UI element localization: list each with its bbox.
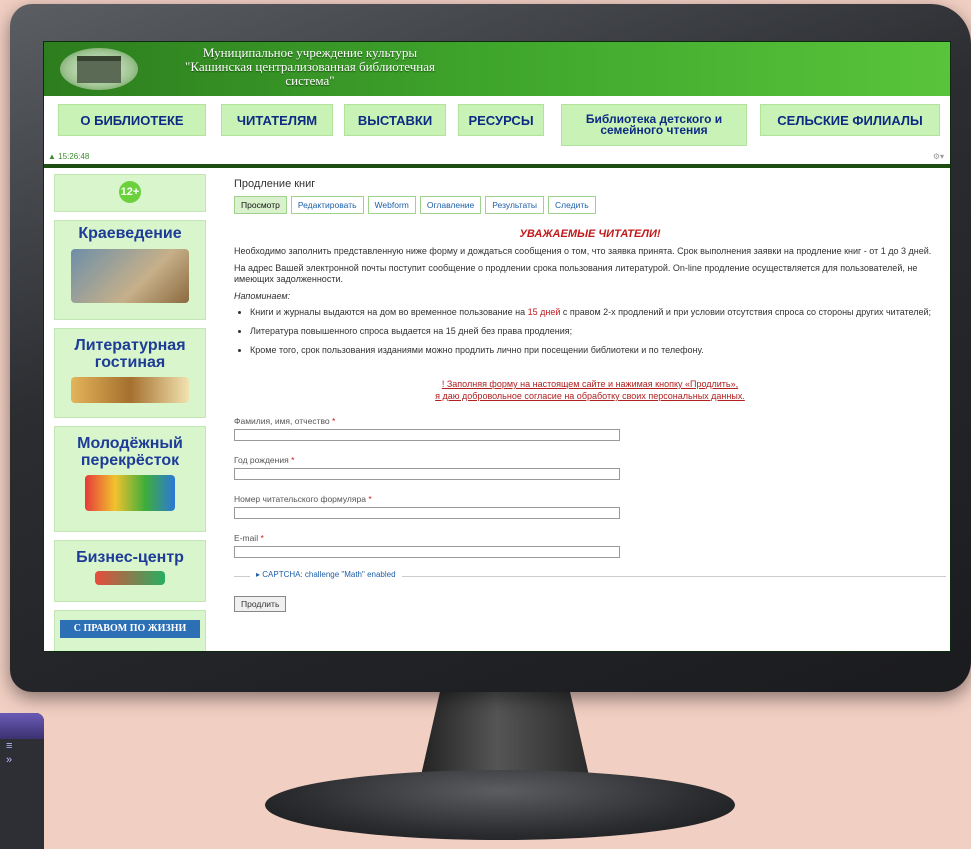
page-body: 12+ Краеведение Литературная гостиная Мо… — [44, 168, 950, 651]
email-field[interactable] — [234, 546, 620, 558]
tab-bar: Просмотр Редактировать Webform Оглавлени… — [234, 196, 946, 214]
nav-item-about[interactable]: О БИБЛИОТЕКЕ — [58, 104, 206, 136]
sidebar-item-youth-crossroads[interactable]: Молодёжный перекрёсток — [54, 426, 206, 532]
menu-icon[interactable]: ≡ — [6, 739, 44, 753]
required-mark: * — [291, 455, 295, 465]
label-text: Номер читательского формуляра — [234, 494, 366, 504]
reminder-label: Напоминаем: — [234, 291, 291, 301]
people-arrows-image — [85, 475, 175, 511]
sidebar: 12+ Краеведение Литературная гостиная Мо… — [54, 174, 206, 651]
org-line: "Кашинская централизованная библиотечная — [185, 59, 435, 74]
label-text: Год рождения — [234, 455, 289, 465]
captcha-toggle[interactable]: ▸ CAPTCHA: challenge "Math" enabled — [250, 570, 402, 579]
browser-screen: Муниципальное учреждение культуры "Кашин… — [43, 41, 951, 652]
monitor-stand-neck — [420, 690, 590, 780]
extend-button[interactable]: Продлить — [234, 596, 287, 612]
captcha-fieldset: ▸ CAPTCHA: challenge "Math" enabled — [234, 570, 946, 582]
book-city-image — [71, 249, 189, 303]
sidebar-item-business-center[interactable]: Бизнес-центр — [54, 540, 206, 602]
sidebar-item-label: Литературная гостиная — [74, 337, 186, 371]
list-item: Кроме того, срок пользования изданиями м… — [250, 345, 946, 356]
organization-name: Муниципальное учреждение культуры "Кашин… — [140, 46, 480, 88]
business-chart-image — [95, 571, 165, 585]
consent-line: ! Заполняя форму на настоящем сайте и на… — [441, 379, 739, 389]
field-label-birth-year: Год рождения * — [234, 455, 946, 465]
main-nav: О БИБЛИОТЕКЕ ЧИТАТЕЛЯМ ВЫСТАВКИ РЕСУРСЫ … — [44, 96, 950, 152]
background-window: ≡ » — [0, 713, 44, 849]
nav-item-readers[interactable]: ЧИТАТЕЛЯМ — [221, 104, 333, 136]
nav-item-children-library[interactable]: Библиотека детского и семейного чтения — [561, 104, 747, 146]
sidebar-item-with-right-for-life[interactable]: С ПРАВОМ ПО ЖИЗНИ — [54, 610, 206, 651]
site-header: Муниципальное учреждение культуры "Кашин… — [44, 42, 950, 96]
window-titlebar — [0, 713, 44, 739]
monitor-stand-base — [265, 770, 735, 840]
time-value: 15:26:48 — [58, 152, 90, 161]
library-logo[interactable] — [60, 48, 138, 90]
list-item: Литература повышенного спроса выдается н… — [250, 326, 946, 337]
page-title: Продление книг — [234, 178, 316, 190]
birth-year-input[interactable] — [234, 468, 620, 480]
tab-follow[interactable]: Следить — [548, 196, 596, 214]
nav-item-rural-branches[interactable]: СЕЛЬСКИЕ ФИЛИАЛЫ — [760, 104, 940, 136]
banner-label: С ПРАВОМ ПО ЖИЗНИ — [60, 620, 200, 638]
label-text: E-mail — [234, 533, 259, 543]
field-label-email: E-mail * — [234, 533, 946, 543]
org-line: Муниципальное учреждение культуры — [202, 45, 418, 60]
age-rating-block: 12+ — [54, 174, 206, 212]
sidebar-item-label: Молодёжный перекрёсток — [77, 435, 183, 469]
notice-heading: УВАЖАЕМЫЕ ЧИТАТЕЛИ! — [519, 228, 661, 240]
nav-item-resources[interactable]: РЕСУРСЫ — [458, 104, 544, 136]
consent-notice[interactable]: ! Заполняя форму на настоящем сайте и на… — [234, 378, 946, 402]
sidebar-item-local-history[interactable]: Краеведение — [54, 220, 206, 320]
tab-edit[interactable]: Редактировать — [290, 196, 364, 214]
tab-contents[interactable]: Оглавление — [419, 196, 482, 214]
open-book-image — [71, 377, 189, 403]
list-text: с правом 2-х продлений и при условии отс… — [560, 307, 932, 317]
consent-line: я даю добровольное согласие на обработку… — [435, 391, 745, 401]
intro-paragraph: Необходимо заполнить представленную ниже… — [234, 246, 932, 256]
sidebar-item-literary-lounge[interactable]: Литературная гостиная — [54, 328, 206, 418]
sidebar-item-label: Краеведение — [78, 225, 182, 242]
tab-results[interactable]: Результаты — [485, 196, 545, 214]
field-label-fullname: Фамилия, имя, отчество * — [234, 416, 946, 426]
org-line: система" — [285, 73, 335, 88]
label-text: Фамилия, имя, отчество — [234, 416, 330, 426]
sidebar-item-label: Бизнес-центр — [76, 549, 184, 566]
highlight-text: 15 дней — [527, 307, 561, 317]
status-bar: ▲ 15:26:48 ⚙▾ — [44, 152, 950, 164]
required-mark: * — [368, 494, 372, 504]
expand-icon[interactable]: » — [6, 753, 44, 767]
list-text: Книги и журналы выдаются на дом во време… — [250, 307, 528, 317]
gear-icon[interactable]: ⚙▾ — [933, 152, 944, 161]
age-badge: 12+ — [119, 181, 141, 203]
list-item: Книги и журналы выдаются на дом во време… — [250, 307, 946, 318]
main-content: Продление книг Просмотр Редактировать We… — [234, 168, 946, 612]
required-mark: * — [332, 416, 336, 426]
field-label-card-number: Номер читательского формуляра * — [234, 494, 946, 504]
fullname-input[interactable] — [234, 429, 620, 441]
rules-list: Книги и журналы выдаются на дом во време… — [234, 307, 946, 356]
tab-view[interactable]: Просмотр — [234, 196, 287, 214]
tab-webform[interactable]: Webform — [367, 196, 416, 214]
nav-item-exhibitions[interactable]: ВЫСТАВКИ — [344, 104, 446, 136]
card-number-input[interactable] — [234, 507, 620, 519]
required-mark: * — [260, 533, 264, 543]
building-icon — [77, 55, 121, 83]
clock-label: ▲ 15:26:48 — [48, 152, 90, 161]
email-paragraph: На адрес Вашей электронной почты поступи… — [234, 263, 918, 284]
